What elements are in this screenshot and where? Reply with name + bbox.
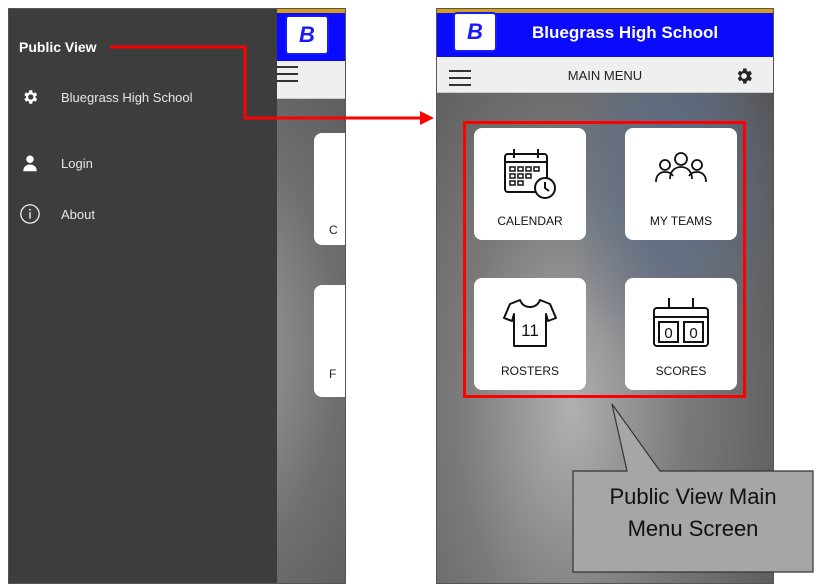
callout-line: Public View Main <box>609 484 777 509</box>
callout-line: Menu Screen <box>627 516 759 541</box>
callout-text: Public View Main Menu Screen <box>573 481 813 545</box>
